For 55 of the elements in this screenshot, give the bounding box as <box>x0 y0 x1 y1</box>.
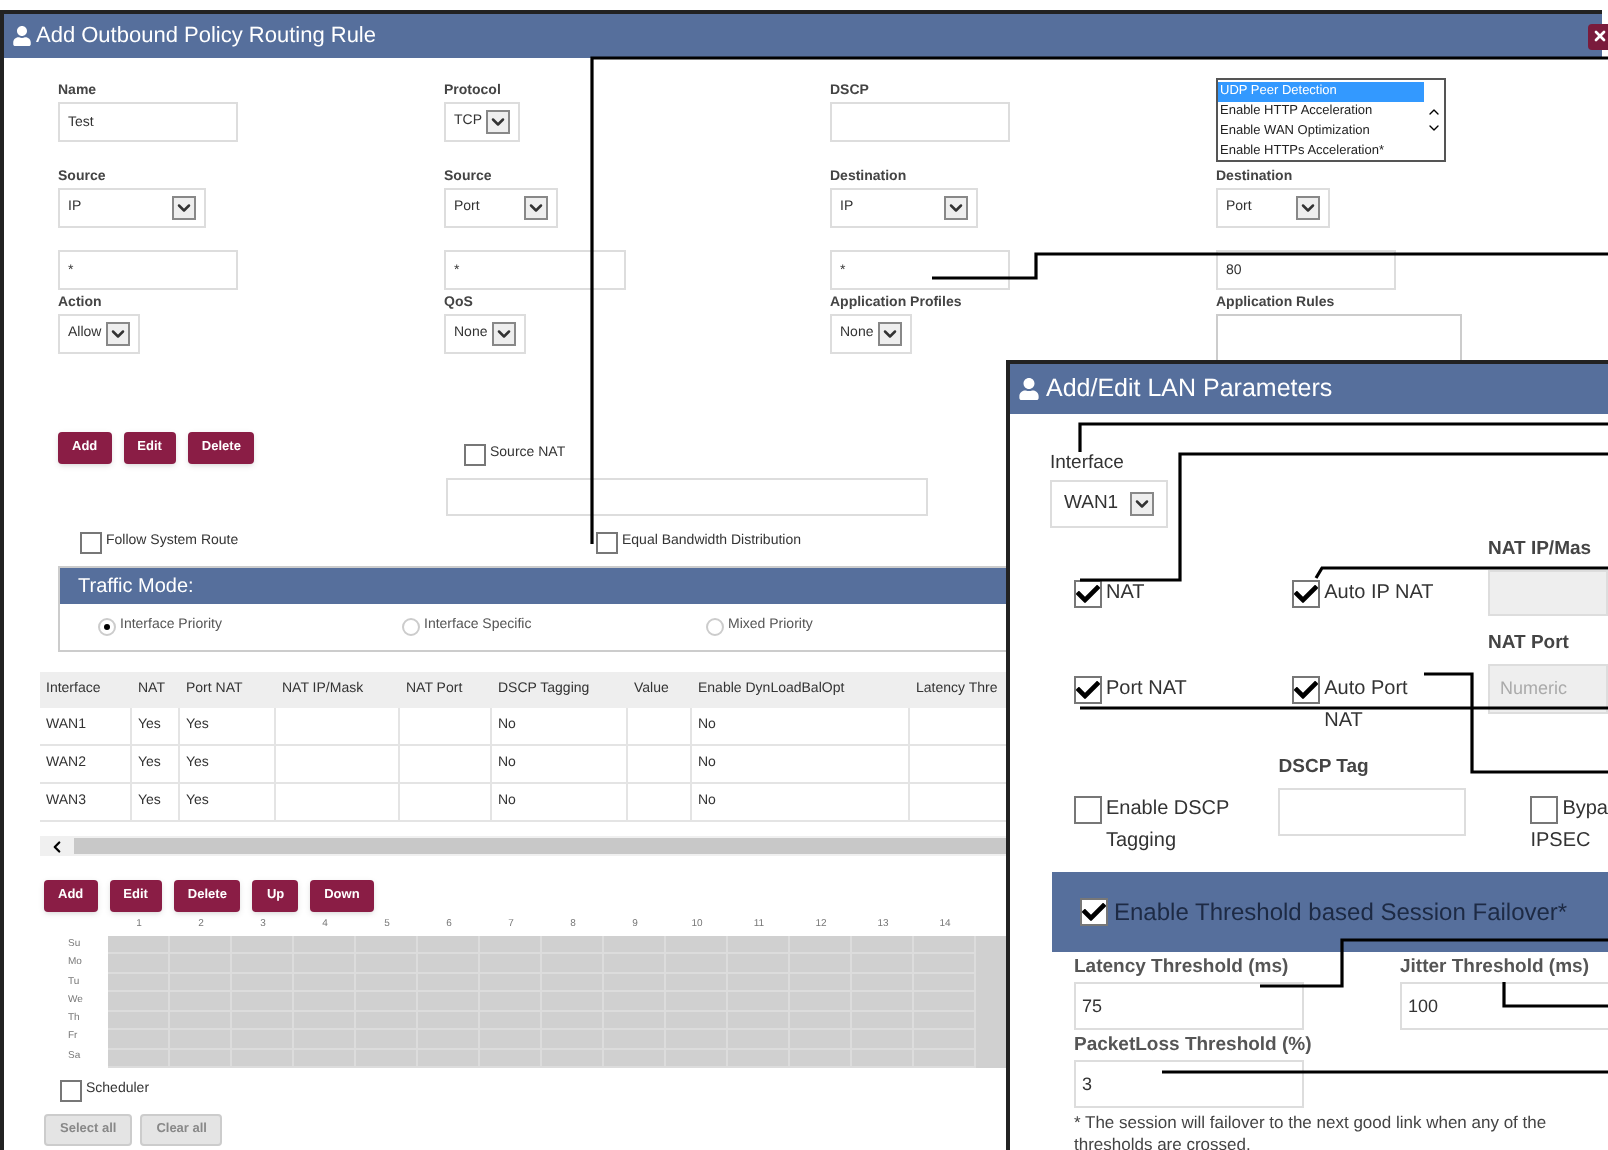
chevron-down-icon <box>1130 492 1155 517</box>
checkbox-label: Port NAT <box>1106 676 1187 705</box>
checkbox[interactable] <box>1080 898 1108 927</box>
scroll-down-icon[interactable] <box>1426 120 1442 136</box>
field-label: NAT Port <box>1488 630 1571 659</box>
dropdown[interactable]: WAN1 <box>1050 480 1169 529</box>
checkbox-label: IPSEC <box>1530 830 1591 853</box>
checkbox[interactable] <box>464 444 486 466</box>
window-title: Add Outbound Policy Routing Rule <box>36 21 376 52</box>
chevron-down-icon <box>172 196 196 220</box>
checkbox[interactable] <box>80 531 102 553</box>
radio-button[interactable] <box>706 618 724 636</box>
radio-button[interactable] <box>402 618 420 636</box>
text-field[interactable] <box>1278 787 1467 835</box>
checkbox-label: Enable DSCP Tagging <box>1106 796 1232 857</box>
checkbox-label: Bypa <box>1562 796 1608 825</box>
close-button[interactable] <box>1588 23 1608 49</box>
chevron-down-icon <box>105 322 130 346</box>
user-icon <box>1018 378 1040 400</box>
chevron-down-icon <box>524 196 548 220</box>
checkbox[interactable] <box>1074 580 1102 609</box>
section-title: Enable Threshold based Session Failover* <box>1114 896 1568 931</box>
radio-button[interactable] <box>98 618 116 636</box>
checkbox-label: Auto Port NAT <box>1324 676 1410 737</box>
checkbox[interactable] <box>596 531 618 553</box>
checkbox[interactable] <box>60 1080 82 1102</box>
checkbox[interactable] <box>1074 676 1102 705</box>
chevron-down-icon <box>1296 196 1320 220</box>
text-field[interactable] <box>830 102 1010 142</box>
field-label: Jitter Threshold (ms) <box>1400 956 1591 981</box>
checkbox[interactable] <box>1292 676 1321 705</box>
chevron-down-icon <box>877 322 902 346</box>
window-title: Add/Edit LAN Parameters <box>1046 372 1333 407</box>
checkbox[interactable] <box>1074 796 1102 825</box>
field-label: PacketLoss Threshold (%) <box>1074 1034 1314 1059</box>
scroll-up-icon[interactable] <box>1426 104 1442 120</box>
text-field[interactable] <box>446 478 928 516</box>
field-label: Latency Threshold (ms) <box>1074 956 1291 981</box>
text-field[interactable]: 100 <box>1400 982 1608 1031</box>
chevron-down-icon <box>491 322 516 346</box>
checkbox[interactable] <box>1292 580 1321 609</box>
checkbox-label: NAT <box>1106 580 1145 609</box>
chevron-down-icon <box>944 196 968 220</box>
field-label: DSCP Tag <box>1278 754 1371 783</box>
field-label: Interface <box>1050 450 1124 478</box>
field-label: NAT IP/Mas <box>1488 536 1594 565</box>
user-icon <box>12 26 32 46</box>
text-field[interactable]: 3 <box>1074 1060 1304 1109</box>
checkbox-label: Auto IP NAT <box>1324 580 1434 609</box>
checkbox[interactable] <box>1530 796 1559 825</box>
section-title: Traffic Mode: <box>78 573 194 601</box>
note-text: * The session will failover to the next good link when any of the thresholds are crossed. <box>1074 1112 1549 1150</box>
scroll-left-icon[interactable] <box>48 837 66 855</box>
chevron-down-icon <box>486 110 510 134</box>
text-field[interactable]: 75 <box>1074 982 1304 1031</box>
